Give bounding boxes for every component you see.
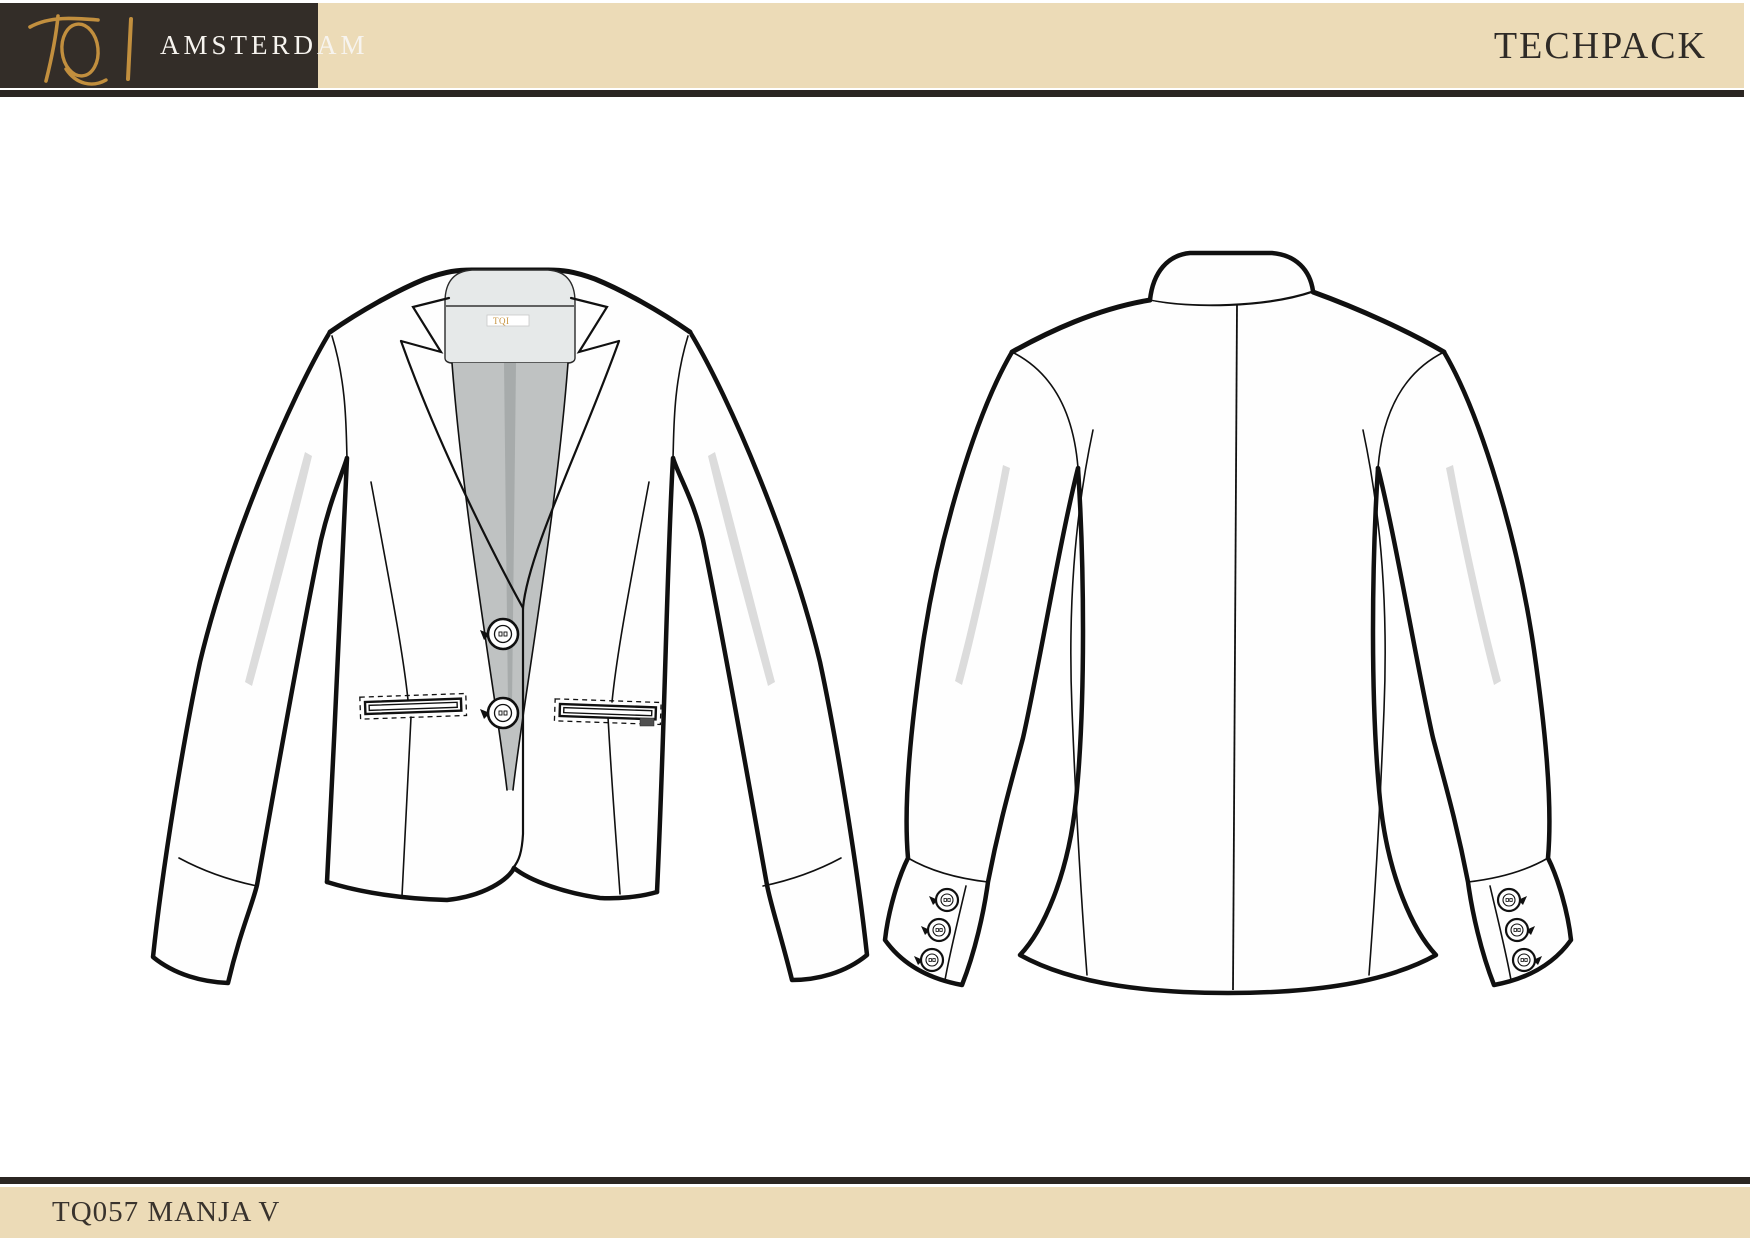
back-right-sleeve (1375, 349, 1574, 988)
collar-label-text: TQI (493, 316, 510, 326)
back-view (882, 250, 1574, 996)
footer-rule (0, 1177, 1750, 1184)
back-body (1009, 289, 1447, 996)
footer-band: TQ057 MANJA V (0, 1187, 1750, 1238)
techpack-page: AMSTERDAM TECHPACK TQI TQ057 MANJA V (0, 0, 1750, 1238)
front-collar-inner: TQI (444, 269, 576, 364)
hem-brand-tag (639, 717, 655, 727)
back-left-sleeve (882, 349, 1081, 988)
front-right-sleeve (670, 329, 870, 983)
garment-illustration: TQI (150, 250, 1574, 996)
style-code: TQ057 MANJA V (52, 1196, 281, 1228)
front-view: TQI (150, 267, 870, 986)
back-collar (1147, 250, 1316, 306)
